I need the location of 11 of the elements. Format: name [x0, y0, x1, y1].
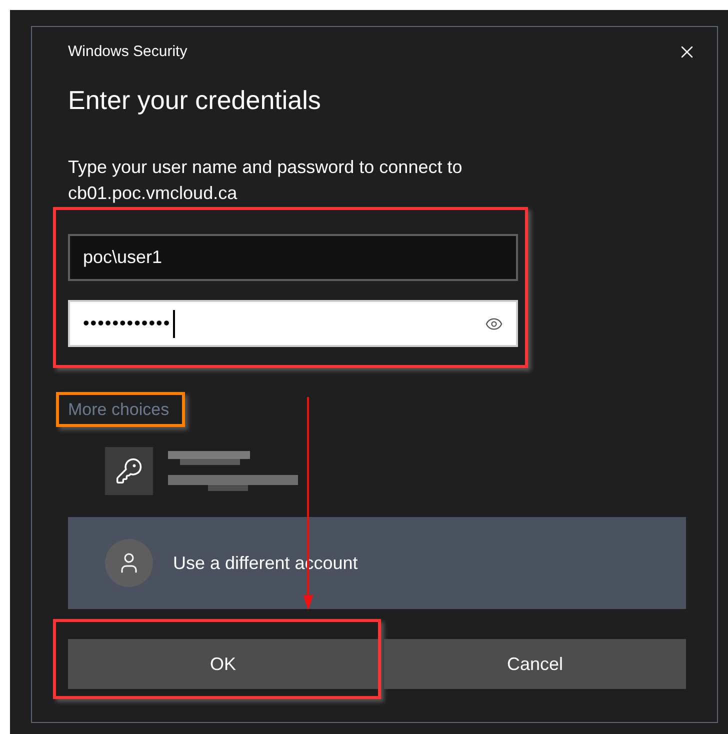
key-tile[interactable] — [105, 447, 153, 495]
key-icon — [115, 457, 143, 485]
message-text: Type your user name and password to connect to — [68, 156, 464, 179]
more-choices-link[interactable]: More choices — [68, 398, 170, 422]
username-field[interactable]: poc\user1 — [68, 234, 518, 281]
ok-button[interactable]: OK — [68, 639, 378, 689]
cancel-button[interactable]: Cancel — [384, 639, 686, 689]
password-field[interactable]: •••••••••••• — [68, 300, 518, 347]
message-text: cb01.poc.vmcloud.ca — [68, 182, 238, 205]
window-title: Windows Security — [68, 42, 188, 60]
dialog-heading: Enter your credentials — [68, 85, 321, 115]
